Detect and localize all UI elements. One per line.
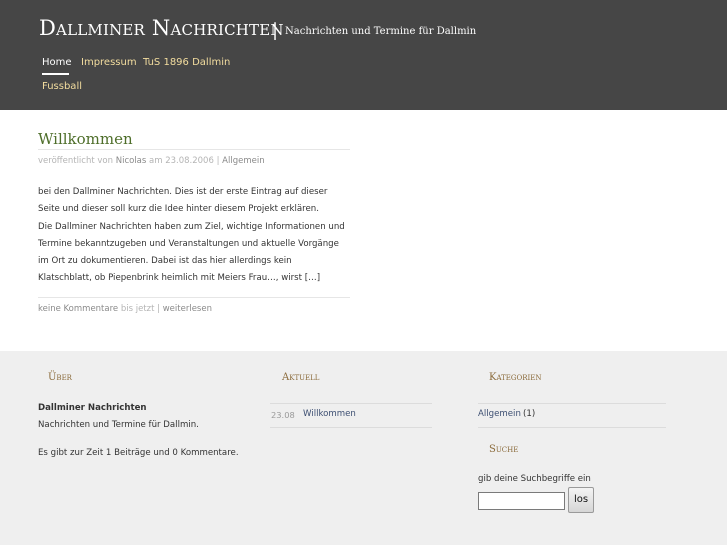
nav-item-impressum[interactable]: Impressum [81, 57, 137, 68]
categories-divider-top [478, 403, 666, 404]
search-submit-button[interactable]: los [568, 487, 594, 513]
meta-date: am 23.08.2006 [149, 156, 214, 166]
comments-link[interactable]: keine Kommentare [38, 304, 118, 314]
meta-separator: | [216, 156, 220, 166]
site-header: Dallminer Nachrichten | Nachrichten und … [0, 0, 727, 110]
post-footer: keine Kommentare bis jetzt | weiterlesen [38, 304, 212, 314]
search-label: gib deine Suchbegriffe ein [478, 474, 591, 484]
site-tagline: Nachrichten und Termine für Dallmin [285, 26, 477, 37]
widget-title-categories: Kategorien [489, 372, 542, 383]
post-line: Seite und dieser soll kurz die Idee hint… [38, 204, 319, 215]
widget-title-search: Suche [489, 444, 519, 455]
nav-item-fussball[interactable]: Fussball [42, 81, 82, 92]
post-line: Klatschblatt, ob Piepenbrink heimlich mi… [38, 273, 321, 284]
post-title-divider [38, 149, 350, 150]
title-separator: | [272, 20, 279, 41]
post-line: Termine bekanntzugeben und Veranstaltung… [38, 238, 339, 249]
category-link[interactable]: Allgemein [222, 156, 264, 166]
post-footer-divider [38, 297, 350, 298]
post-title-link[interactable]: Willkommen [38, 130, 133, 148]
post-line: Die Dallminer Nachrichten haben zum Ziel… [38, 221, 345, 232]
read-more-link[interactable]: weiterlesen [163, 304, 212, 314]
author-link[interactable]: Nicolas [116, 156, 147, 166]
about-stats: Es gibt zur Zeit 1 Beiträge und 0 Kommen… [38, 448, 239, 458]
recent-item-link[interactable]: Willkommen [303, 409, 356, 419]
nav-item-home[interactable]: Home [42, 57, 72, 68]
recent-item-date: 23.08 [271, 410, 295, 420]
post-content: bei den Dallminer Nachrichten. Dies ist … [38, 184, 358, 288]
post-meta: veröffentlicht von Nicolas am 23.08.2006… [38, 156, 265, 166]
meta-prefix: veröffentlicht von [38, 156, 114, 166]
nav-item-tus-1896-dallmin[interactable]: TuS 1896 Dallmin [143, 57, 230, 68]
post-line: im Ort zu dokumentieren. Dabei ist das h… [38, 256, 292, 267]
recent-divider-bottom [270, 427, 432, 428]
about-description: Nachrichten und Termine für Dallmin. [38, 420, 199, 430]
site-title-link[interactable]: Dallminer Nachrichten [39, 16, 284, 40]
search-input[interactable] [478, 492, 565, 510]
widget-title-recent: Aktuell [282, 372, 320, 383]
category-item-allgemein[interactable]: Allgemein [478, 409, 521, 419]
categories-divider-bottom [478, 427, 666, 428]
post-line: bei den Dallminer Nachrichten. Dies ist … [38, 187, 328, 197]
about-name: Dallminer Nachrichten [38, 403, 147, 413]
category-item-count: (1) [523, 409, 536, 419]
nav-active-indicator [42, 73, 69, 75]
recent-divider-top [270, 403, 432, 404]
footer-separator: | [157, 304, 161, 314]
widget-title-about: Über [48, 372, 72, 383]
comments-suffix: bis jetzt [120, 304, 155, 314]
